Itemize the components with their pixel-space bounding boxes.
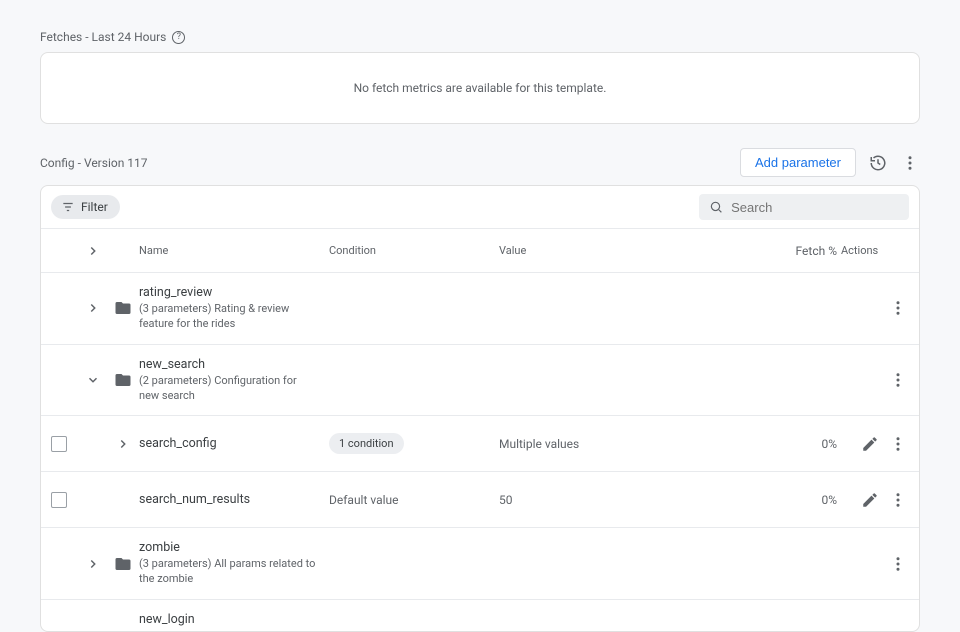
table-row[interactable]: search_num_results Default value 50 0% xyxy=(41,471,919,527)
row-name: new_login xyxy=(139,612,325,627)
table-row[interactable]: zombie (3 parameters) All params related… xyxy=(41,527,919,599)
row-name: new_search xyxy=(139,357,325,372)
edit-icon[interactable] xyxy=(861,435,879,453)
overflow-menu-icon[interactable] xyxy=(900,153,920,173)
edit-icon[interactable] xyxy=(861,491,879,509)
table-row[interactable]: new_search (2 parameters) Configuration … xyxy=(41,344,919,416)
fetches-title: Fetches - Last 24 Hours ? xyxy=(40,30,920,44)
row-value: Multiple values xyxy=(497,433,697,455)
table-row[interactable]: search_config 1 condition Multiple value… xyxy=(41,415,919,471)
col-value-header: Value xyxy=(497,240,697,261)
row-condition: Default value xyxy=(327,489,497,511)
row-overflow-icon[interactable] xyxy=(889,435,907,453)
row-fetch: 0% xyxy=(779,433,839,455)
row-name: rating_review xyxy=(139,285,325,300)
table-header: Name Condition Value Fetch % Actions xyxy=(41,228,919,272)
col-name-header: Name xyxy=(137,240,327,261)
row-name: search_config xyxy=(139,436,325,451)
filter-label: Filter xyxy=(81,200,108,214)
add-parameter-button[interactable]: Add parameter xyxy=(740,148,856,177)
folder-icon xyxy=(109,551,137,577)
search-box[interactable] xyxy=(699,194,909,220)
chevron-right-icon[interactable] xyxy=(109,433,137,455)
row-name: search_num_results xyxy=(139,492,325,507)
folder-icon xyxy=(109,367,137,393)
row-overflow-icon[interactable] xyxy=(889,371,907,389)
expand-all-icon[interactable] xyxy=(77,240,109,262)
row-checkbox[interactable] xyxy=(51,492,67,508)
row-subtitle: (2 parameters) Configuration for new sea… xyxy=(139,374,319,404)
row-fetch: 0% xyxy=(779,489,839,511)
fetches-title-text: Fetches - Last 24 Hours xyxy=(40,30,166,44)
row-overflow-icon[interactable] xyxy=(889,299,907,317)
col-actions-header: Actions xyxy=(839,240,909,261)
chevron-right-icon[interactable] xyxy=(77,553,109,575)
row-checkbox[interactable] xyxy=(51,436,67,452)
chevron-down-icon[interactable] xyxy=(77,369,109,391)
table-row[interactable]: rating_review (3 parameters) Rating & re… xyxy=(41,272,919,344)
fetches-empty-text: No fetch metrics are available for this … xyxy=(354,81,607,95)
folder-icon xyxy=(109,295,137,321)
config-title: Config - Version 117 xyxy=(40,156,148,170)
table-row[interactable]: new_login xyxy=(41,599,919,631)
folder-icon xyxy=(109,616,137,624)
fetches-empty-card: No fetch metrics are available for this … xyxy=(40,52,920,124)
col-fetch-header: Fetch % xyxy=(779,240,839,262)
history-icon[interactable] xyxy=(868,153,888,173)
row-subtitle: (3 parameters) All params related to the… xyxy=(139,557,319,587)
config-table: Filter Name Condition Value Fetch % Acti… xyxy=(40,185,920,632)
col-condition-header: Condition xyxy=(327,240,497,261)
row-name: zombie xyxy=(139,540,325,555)
filter-chip[interactable]: Filter xyxy=(51,195,120,219)
search-icon xyxy=(709,199,723,215)
help-icon[interactable]: ? xyxy=(172,31,185,44)
row-value: 50 xyxy=(497,489,697,511)
condition-pill: 1 condition xyxy=(329,433,404,454)
row-overflow-icon[interactable] xyxy=(889,491,907,509)
row-overflow-icon[interactable] xyxy=(889,555,907,573)
row-subtitle: (3 parameters) Rating & review feature f… xyxy=(139,302,319,332)
search-input[interactable] xyxy=(731,200,899,215)
chevron-right-icon[interactable] xyxy=(77,297,109,319)
